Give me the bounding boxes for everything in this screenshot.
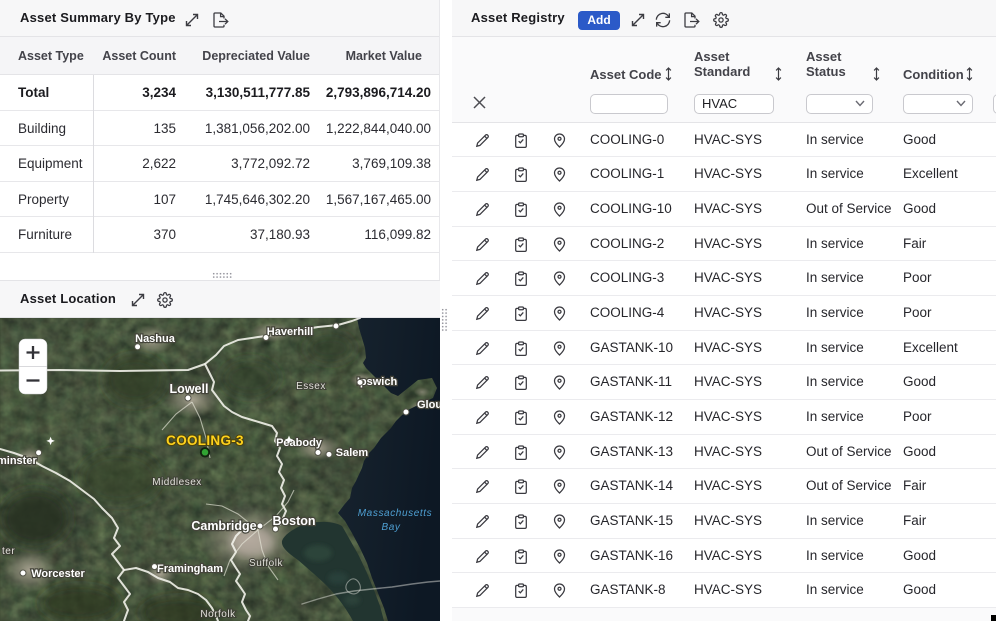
svg-text:Framingham: Framingham <box>157 563 223 575</box>
svg-text:minster: minster <box>0 455 37 467</box>
svg-text:Nashua: Nashua <box>135 333 176 345</box>
svg-text:COOLING-3: COOLING-3 <box>166 433 244 448</box>
svg-text:Cambridge: Cambridge <box>191 519 256 533</box>
svg-text:Middlesex: Middlesex <box>152 477 202 488</box>
svg-text:Massachusetts: Massachusetts <box>358 508 433 519</box>
svg-text:Glouces: Glouces <box>417 399 440 411</box>
svg-text:Norfolk: Norfolk <box>200 609 236 620</box>
svg-text:Suffolk: Suffolk <box>249 558 283 569</box>
svg-text:Bay: Bay <box>381 522 400 533</box>
svg-text:Worcester: Worcester <box>31 568 85 580</box>
svg-text:Essex: Essex <box>296 381 326 392</box>
svg-text:Boston: Boston <box>272 514 315 528</box>
svg-text:Peabody: Peabody <box>276 437 323 449</box>
svg-text:ter: ter <box>2 546 15 557</box>
svg-text:Haverhill: Haverhill <box>267 326 313 338</box>
svg-text:Lowell: Lowell <box>170 382 209 396</box>
svg-text:Salem: Salem <box>336 447 369 459</box>
